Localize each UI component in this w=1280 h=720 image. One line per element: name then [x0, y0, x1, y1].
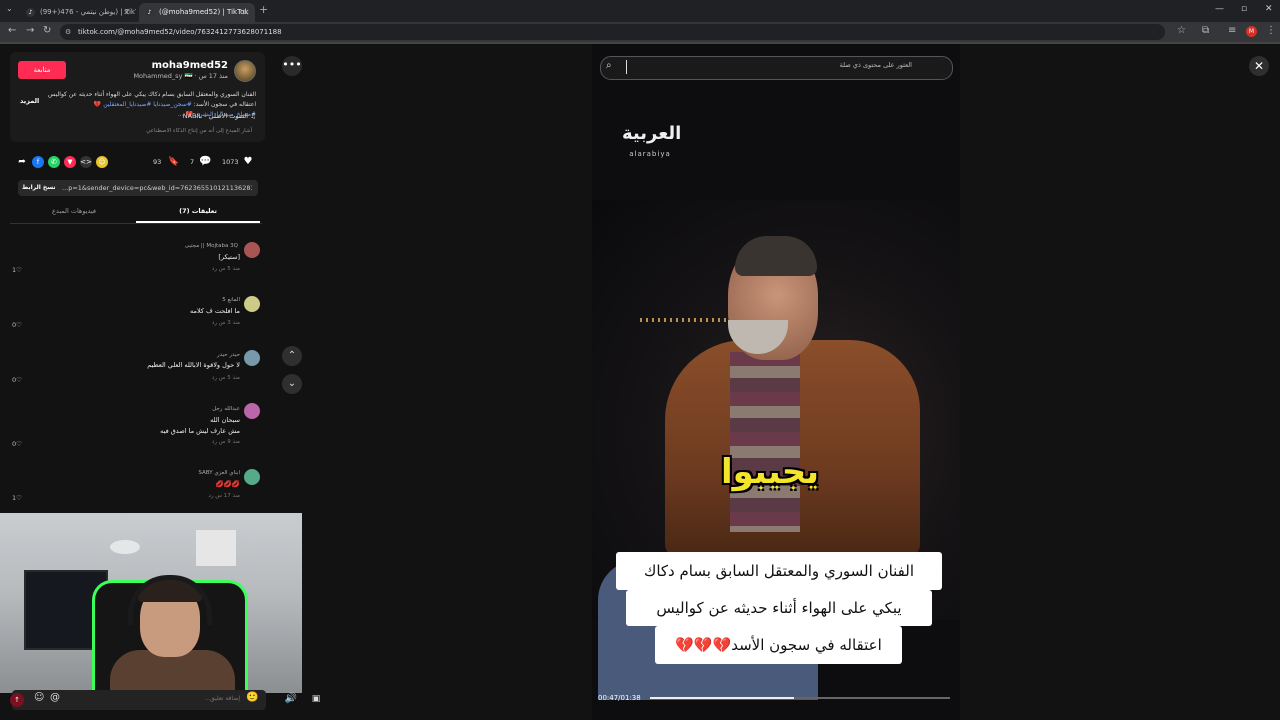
channel-logo: العربية	[622, 123, 682, 144]
comment-like-count[interactable]: 1♡	[12, 494, 22, 502]
comment-author[interactable]: ابناي العزي SABY	[70, 470, 240, 476]
repost-icon[interactable]: ▼	[64, 156, 76, 168]
author-subline: Mohammed_sy 🇸🇾 · منذ 17 س	[133, 72, 228, 80]
comment-avatar[interactable]	[244, 403, 260, 419]
comment-text: [ستيكر]	[218, 253, 240, 261]
copy-link-button[interactable]: نسخ الرابط	[22, 184, 56, 191]
comment-count: 7	[190, 158, 195, 166]
text-caret	[626, 60, 627, 74]
tab-creator-videos[interactable]: فيديوهات المبدع	[14, 207, 134, 215]
coin-icon[interactable]: ☺	[96, 156, 108, 168]
tab-comments[interactable]: تعليقات (7)	[136, 207, 260, 215]
post-comment-button[interactable]: ↑	[10, 693, 24, 707]
tab-search-icon[interactable]: ⌄	[6, 4, 13, 13]
next-video-button[interactable]: ⌄	[282, 374, 302, 394]
author-avatar[interactable]	[234, 60, 256, 82]
minimize-icon[interactable]: —	[1215, 4, 1224, 14]
close-window-icon[interactable]: ✕	[1265, 4, 1273, 14]
comment-like-count[interactable]: 0♡	[12, 440, 22, 448]
forward-icon[interactable]: →	[26, 25, 34, 36]
like-count: 1073	[222, 158, 239, 166]
ai-label: أشار المبدع إلى أنه من إنتاج الذكاء الاص…	[146, 128, 252, 134]
comment-author[interactable]: عبدالله رجل	[70, 406, 240, 412]
comment-like-count[interactable]: 0♡	[12, 321, 22, 329]
share-icon[interactable]: ➦	[16, 156, 28, 168]
facebook-icon[interactable]: f	[32, 156, 44, 168]
url-text: tiktok.com/@moha9med52/video/76324127736…	[78, 28, 282, 36]
previous-video-button[interactable]: ⌃	[282, 346, 302, 366]
interviewee-sweater	[730, 352, 800, 532]
author-username[interactable]: moha9med52	[120, 60, 228, 71]
comment-avatar[interactable]	[244, 296, 260, 312]
whatsapp-icon[interactable]: ✆	[48, 156, 60, 168]
comment-meta[interactable]: منذ 17 س رد	[70, 493, 240, 499]
video-subtitle: يجيبوا	[721, 452, 819, 492]
share-link-text[interactable]: ...p=1&sender_device=pc&web_id=762365510…	[62, 184, 252, 192]
comment-like-count[interactable]: 1♡	[12, 266, 22, 274]
volume-icon[interactable]: 🔊	[282, 690, 300, 708]
browser-tab-2[interactable]: ♪ (@moha9med52) | TikTok ✕	[139, 3, 255, 22]
sound-link[interactable]: ♫ الصوت الأصلي - NABIL	[80, 112, 256, 120]
media-controls-icon[interactable]: ≡	[1228, 25, 1236, 36]
close-tab-icon[interactable]: ✕	[242, 3, 249, 22]
comment-text: لا حول ولاقوة الابالله العلي العظيم	[147, 361, 240, 369]
comment-author[interactable]: المانع 5	[70, 297, 240, 303]
site-info-icon[interactable]: ⚙	[65, 24, 71, 40]
shelf	[196, 530, 236, 566]
video-time: 00:47/01:38	[598, 694, 641, 702]
comment-avatar[interactable]	[244, 469, 260, 485]
extensions-icon[interactable]: ⧉	[1202, 25, 1209, 36]
more-link[interactable]: المزيد	[20, 97, 39, 105]
back-icon[interactable]: ←	[8, 25, 16, 36]
comment-author[interactable]: حيدر حيدر	[70, 352, 240, 358]
comment-like-count[interactable]: 0♡	[12, 376, 22, 384]
pip-icon[interactable]: ▣	[308, 690, 324, 708]
follow-button[interactable]: متابعة	[18, 61, 66, 79]
address-bar[interactable]: ⚙ tiktok.com/@moha9med52/video/763241277…	[60, 24, 1165, 40]
emoji-icon[interactable]: 🙂	[246, 692, 258, 703]
caption-line: الفنان السوري والمعتقل السابق بسام دكاك	[616, 552, 942, 590]
mention-icon[interactable]: @	[50, 692, 60, 703]
tab-title: (@moha9med52) | TikTok	[159, 8, 249, 16]
comment-author[interactable]: Mojtaba 3Q || مجتبى	[68, 243, 238, 249]
browser-tab-1[interactable]: ♪ (99+)يوطن نيتمي - 476) | TikTok ✕	[20, 3, 136, 22]
tab-title: (99+)يوطن نيتمي - 476) | TikTok	[40, 8, 136, 16]
restore-icon[interactable]: ▫	[1241, 4, 1247, 14]
comment-text: 💋💋💋	[215, 480, 240, 488]
bookmark-icon[interactable]: 🔖	[168, 156, 180, 168]
search-placeholder: العثور على محتوى ذي صلة	[839, 61, 912, 69]
close-icon[interactable]: ✕	[1249, 56, 1269, 76]
comment-text: ما افلحت ف كلامه	[190, 307, 240, 315]
comment-icon[interactable]: 💬	[199, 156, 211, 168]
reload-icon[interactable]: ↻	[43, 25, 51, 36]
new-tab-button[interactable]: +	[259, 3, 268, 16]
search-icon[interactable]: ⌕	[606, 60, 612, 71]
emoji-picker-icon[interactable]: ☺	[34, 692, 44, 703]
tiktok-icon: ♪	[26, 8, 35, 17]
comment-meta[interactable]: منذ 9 س رد	[70, 439, 240, 445]
save-count: 93	[153, 158, 162, 166]
tiktok-icon: ♪	[145, 8, 154, 17]
caption-line: يبكي على الهواء أثناء حديثه عن كواليس	[626, 590, 932, 626]
comment-text: سبحان الله مش عارف ليش ما اصدق فيه	[160, 416, 240, 435]
comment-placeholder: إضافة تعليق...	[204, 695, 240, 702]
divider	[10, 223, 262, 224]
interviewee-hair	[735, 236, 817, 276]
profile-avatar[interactable]: M	[1246, 26, 1257, 37]
comment-meta[interactable]: منذ 5 س رد	[70, 266, 240, 272]
caption-line: اعتقاله في سجون الأسد💔💔💔	[655, 626, 902, 664]
menu-icon[interactable]: ⋮	[1266, 25, 1276, 36]
channel-logo-latin: alarabiya	[629, 150, 671, 158]
heart-icon[interactable]: ♥	[242, 156, 254, 168]
wall-decor	[110, 540, 140, 554]
more-options-icon[interactable]: •••	[282, 56, 302, 76]
progress-fill	[650, 697, 794, 699]
bookmark-star-icon[interactable]: ☆	[1177, 25, 1186, 36]
embed-icon[interactable]: <>	[80, 156, 92, 168]
comment-meta[interactable]: منذ 5 س رد	[70, 375, 240, 381]
comment-avatar[interactable]	[244, 242, 260, 258]
comment-avatar[interactable]	[244, 350, 260, 366]
comment-meta[interactable]: منذ 3 س رد	[70, 320, 240, 326]
close-tab-icon[interactable]: ✕	[123, 3, 130, 22]
